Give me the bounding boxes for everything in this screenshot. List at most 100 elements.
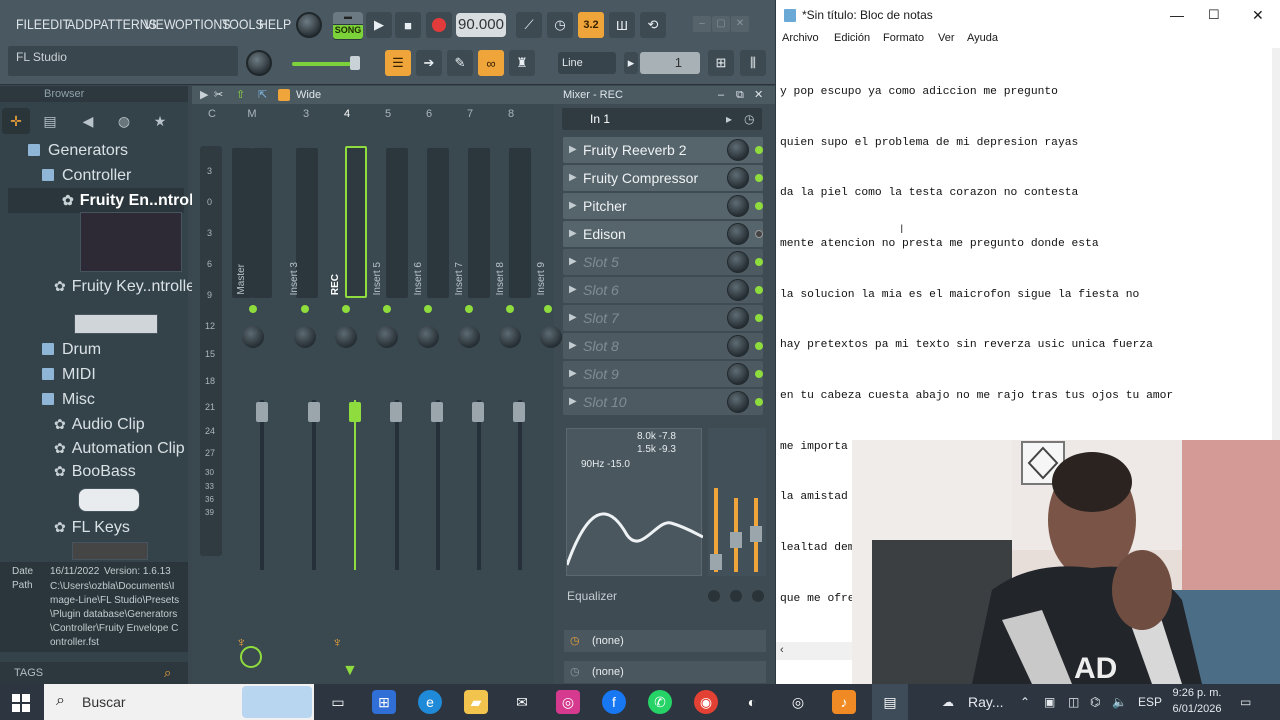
menu-file[interactable]: FILE	[16, 16, 42, 32]
eq-band-handle[interactable]	[730, 532, 742, 548]
menu-view[interactable]: VIEW	[144, 16, 175, 32]
playlist-icon[interactable]: ☰	[385, 50, 411, 76]
fx-slot-9[interactable]: ▶ Slot 9	[563, 361, 763, 387]
browser-star-tab-icon[interactable]: ★	[146, 108, 174, 134]
horizontal-scrollbar[interactable]: ‹	[776, 642, 852, 660]
browser-folder-misc[interactable]: Misc	[42, 391, 95, 409]
pan-knob[interactable]	[417, 326, 439, 348]
snap-select[interactable]: Line	[558, 52, 616, 74]
minimize-icon[interactable]: –	[693, 16, 711, 32]
fx-enable-led[interactable]	[755, 146, 763, 154]
eq-knob[interactable]	[708, 590, 720, 602]
mix-knob[interactable]	[727, 223, 749, 245]
channel-rack-icon[interactable]: ⊞	[708, 50, 734, 76]
windows-start-icon[interactable]	[12, 694, 30, 712]
volume-fader[interactable]	[349, 402, 361, 422]
tray-app-icon[interactable]: ◫	[1068, 684, 1079, 720]
obs-icon[interactable]: ◐	[740, 690, 764, 714]
close-icon[interactable]: ✕	[731, 16, 749, 32]
rec-meter-selected[interactable]	[345, 146, 367, 298]
mixer-tool-icon[interactable]: ⇱	[258, 86, 267, 104]
menu-ver[interactable]: Ver	[938, 32, 955, 44]
fx-slot-7[interactable]: ▶ Slot 7	[563, 305, 763, 331]
track-enable-led[interactable]	[544, 305, 552, 313]
menu-ayuda[interactable]: Ayuda	[967, 32, 998, 44]
browser-item-boobass[interactable]: ✿ BooBass	[54, 463, 136, 481]
instagram-icon[interactable]: ◎	[556, 690, 580, 714]
menu-tools[interactable]: TOOLS	[222, 16, 264, 32]
mixer-tool-icon[interactable]: ✂	[214, 86, 223, 104]
restore-icon[interactable]: ⧉	[736, 86, 744, 104]
track-enable-led[interactable]	[465, 305, 473, 313]
eq-knob[interactable]	[730, 590, 742, 602]
stamp-icon[interactable]: ♜	[509, 50, 535, 76]
scroll-left-icon[interactable]: ‹	[780, 644, 784, 656]
arrow-right-icon[interactable]: ➔	[416, 50, 442, 76]
browser-folder-controller[interactable]: Controller	[42, 167, 131, 185]
menu-edit[interactable]: EDIT	[42, 16, 70, 32]
send-select-1[interactable]: ◷ (none)	[564, 630, 766, 652]
fx-slot-2[interactable]: ▶ Fruity Compressor	[563, 165, 763, 191]
maximize-icon[interactable]: ▢	[712, 16, 730, 32]
play-button[interactable]: ▶	[366, 12, 392, 38]
fx-enable-led[interactable]	[755, 174, 763, 182]
weather-label[interactable]: Ray...	[968, 684, 1004, 720]
volume-icon[interactable]: 🔈	[1112, 684, 1127, 720]
tray-expand-icon[interactable]: ⌃	[1020, 684, 1030, 720]
edge-icon[interactable]: e	[418, 690, 442, 714]
fx-enable-led[interactable]	[755, 398, 763, 406]
fx-enable-led[interactable]	[755, 258, 763, 266]
fx-slot-5[interactable]: ▶ Slot 5	[563, 249, 763, 275]
clock-date[interactable]: 6/01/2026	[1168, 703, 1226, 715]
browser-item-fruity-keyboard-controller[interactable]: ✿ Fruity Key..ntroller	[54, 278, 200, 296]
menu-archivo[interactable]: Archivo	[782, 32, 819, 44]
mixer-view-icon[interactable]	[278, 89, 290, 101]
song-pattern-toggle[interactable]: ▬ SONG	[333, 12, 363, 40]
stop-button[interactable]: ■	[395, 12, 421, 38]
clock-time[interactable]: 9:26 p. m.	[1168, 687, 1226, 699]
menu-add[interactable]: ADD	[67, 16, 93, 32]
task-view-icon[interactable]: ▭	[326, 690, 350, 714]
tempo-display[interactable]: 90.000	[456, 13, 506, 37]
browser-plugins-tab-icon[interactable]: ◍	[110, 108, 138, 134]
volume-fader[interactable]	[390, 402, 402, 422]
browser-item-automation-clip[interactable]: ✿ Automation Clip	[54, 440, 185, 458]
mix-knob[interactable]	[727, 279, 749, 301]
send-select-2[interactable]: ◷ (none)	[564, 661, 766, 683]
close-icon[interactable]: ✕	[754, 86, 763, 104]
chrome-icon[interactable]: ◉	[694, 690, 718, 714]
mix-knob[interactable]	[727, 391, 749, 413]
track-enable-led[interactable]	[424, 305, 432, 313]
pan-knob[interactable]	[540, 326, 562, 348]
brush-icon[interactable]: ✎	[447, 50, 473, 76]
mix-knob[interactable]	[727, 335, 749, 357]
track-enable-led[interactable]	[506, 305, 514, 313]
tray-app-icon[interactable]: ▣	[1044, 684, 1055, 720]
mix-knob[interactable]	[727, 251, 749, 273]
record-button[interactable]	[426, 12, 452, 38]
fx-slot-4[interactable]: ▶ Edison	[563, 221, 763, 247]
pan-knob[interactable]	[458, 326, 480, 348]
mixer-tool-icon[interactable]: ⇧	[236, 86, 245, 104]
master-pitch-slider[interactable]	[292, 62, 356, 66]
metronome-icon[interactable]: ⟋	[516, 12, 542, 38]
fx-slot-8[interactable]: ▶ Slot 8	[563, 333, 763, 359]
network-icon[interactable]: ⌬	[1090, 684, 1100, 720]
browser-files-tab-icon[interactable]: ▤	[36, 108, 64, 134]
track-enable-led[interactable]	[301, 305, 309, 313]
eq-graph[interactable]: 8.0k -7.8 1.5k -9.3 90Hz -15.0	[566, 428, 703, 576]
mail-icon[interactable]: ✉	[510, 690, 534, 714]
input-select[interactable]: In 1 ▸ ◷	[562, 108, 762, 130]
step-edit-icon[interactable]: Ш	[609, 12, 635, 38]
menu-edicion[interactable]: Edición	[834, 32, 870, 44]
minimize-icon[interactable]: —	[1170, 0, 1184, 30]
master-volume-knob[interactable]	[246, 50, 272, 76]
track-enable-led[interactable]	[249, 305, 257, 313]
browser-item-audio-clip[interactable]: ✿ Audio Clip	[54, 416, 145, 434]
browser-speaker-tab-icon[interactable]: ◀	[74, 108, 102, 134]
pan-knob[interactable]	[294, 326, 316, 348]
mixer-menu-arrow-icon[interactable]: ▶	[200, 86, 208, 104]
menu-help[interactable]: HELP	[259, 16, 291, 32]
mix-knob[interactable]	[727, 167, 749, 189]
loop-record-icon[interactable]: ⟲	[640, 12, 666, 38]
